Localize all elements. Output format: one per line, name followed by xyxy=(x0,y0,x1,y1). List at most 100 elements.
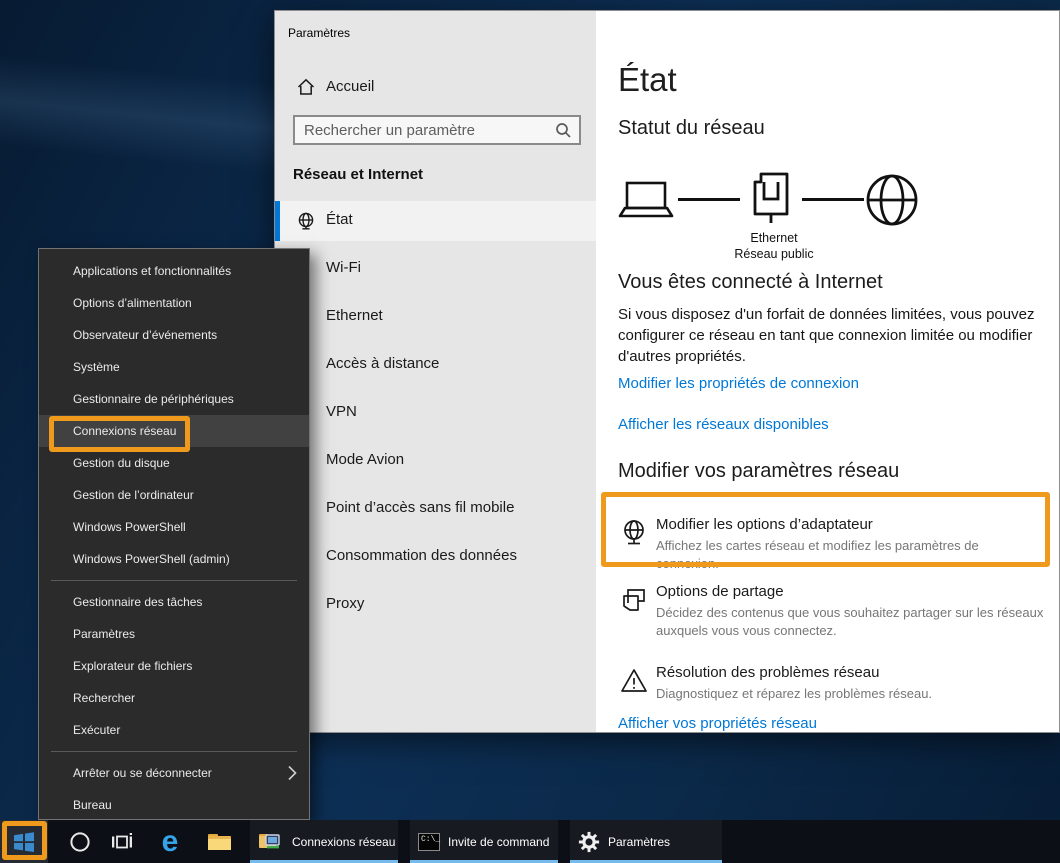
setting-row-description: Diagnostiquez et réparez les problèmes r… xyxy=(656,685,1044,703)
menu-item-search[interactable]: Rechercher xyxy=(39,682,309,714)
menu-item-label: Applications et fonctionnalités xyxy=(73,264,231,278)
menu-item-label: Système xyxy=(73,360,120,374)
desktop: Paramètres Accueil Réseau et Internet xyxy=(0,0,1060,863)
menu-item-settings[interactable]: Paramètres xyxy=(39,618,309,650)
sidebar-item-acces-distance[interactable]: Accès à distance xyxy=(275,345,596,385)
diagram-connector-line xyxy=(802,198,864,201)
sidebar-item-label: Accès à distance xyxy=(326,355,439,372)
menu-item-label: Explorateur de fichiers xyxy=(73,659,192,673)
change-network-settings-heading: Modifier vos paramètres réseau xyxy=(618,460,899,483)
task-view-button[interactable] xyxy=(102,820,142,863)
ethernet-plug-icon xyxy=(750,169,792,227)
search-input[interactable] xyxy=(295,117,579,143)
cortana-button[interactable] xyxy=(58,820,102,863)
menu-item-label: Bureau xyxy=(73,798,112,812)
setting-row-title: Options de partage xyxy=(656,583,784,600)
sidebar-item-label: Mode Avion xyxy=(326,451,404,468)
menu-item-label: Arrêter ou se déconnecter xyxy=(73,766,212,780)
sidebar-item-etat[interactable]: État xyxy=(275,201,596,241)
home-icon xyxy=(297,78,315,96)
network-connections-icon xyxy=(258,831,284,853)
edge-icon: e xyxy=(162,827,179,857)
menu-item-file-explorer[interactable]: Explorateur de fichiers xyxy=(39,650,309,682)
sidebar-item-label: Wi-Fi xyxy=(326,259,361,276)
settings-window: Paramètres Accueil Réseau et Internet xyxy=(274,10,1060,733)
menu-item-device-manager[interactable]: Gestionnaire de périphériques xyxy=(39,383,309,415)
sidebar-item-label: Point d’accès sans fil mobile xyxy=(326,499,514,516)
diagram-connector-line xyxy=(678,198,740,201)
menu-item-label: Observateur d’événements xyxy=(73,328,217,342)
chevron-right-icon xyxy=(288,765,297,781)
cortana-circle-icon xyxy=(69,831,91,853)
sidebar-item-label: Ethernet xyxy=(326,307,383,324)
menu-item-label: Gestion du disque xyxy=(73,456,170,470)
sidebar-item-label: État xyxy=(326,211,353,228)
sidebar-section-heading: Réseau et Internet xyxy=(293,166,423,183)
sidebar-item-home[interactable]: Accueil xyxy=(275,71,596,105)
sidebar-item-label: Consommation des données xyxy=(326,547,517,564)
edge-browser-button[interactable]: e xyxy=(146,820,194,863)
menu-separator xyxy=(51,580,297,581)
sidebar-item-ethernet[interactable]: Ethernet xyxy=(275,297,596,337)
link-view-network-properties[interactable]: Afficher vos propriétés réseau xyxy=(618,715,817,732)
menu-item-disk-management[interactable]: Gestion du disque xyxy=(39,447,309,479)
menu-item-powershell-admin[interactable]: Windows PowerShell (admin) xyxy=(39,543,309,575)
setting-row-description: Décidez des contenus que vous souhaitez … xyxy=(656,604,1044,640)
sidebar-item-label: Proxy xyxy=(326,595,364,612)
setting-row-title: Modifier les options d’adaptateur xyxy=(656,516,873,533)
menu-item-powershell[interactable]: Windows PowerShell xyxy=(39,511,309,543)
sidebar-item-label: Accueil xyxy=(326,78,374,95)
setting-row-title: Résolution des problèmes réseau xyxy=(656,664,879,681)
selected-accent-bar xyxy=(275,201,280,241)
link-change-connection-properties[interactable]: Modifier les propriétés de connexion xyxy=(618,375,859,392)
menu-item-desktop[interactable]: Bureau xyxy=(39,789,309,821)
menu-item-power-options[interactable]: Options d’alimentation xyxy=(39,287,309,319)
network-status-heading: Statut du réseau xyxy=(618,117,765,140)
menu-item-label: Gestionnaire des tâches xyxy=(73,595,202,609)
link-show-available-networks[interactable]: Afficher les réseaux disponibles xyxy=(618,416,829,433)
menu-item-label: Paramètres xyxy=(73,627,135,641)
taskbar-app-settings[interactable]: Paramètres xyxy=(570,820,722,863)
settings-search[interactable] xyxy=(293,115,581,145)
taskbar-app-label: Paramètres xyxy=(608,835,670,849)
warning-icon xyxy=(620,667,648,695)
menu-item-computer-management[interactable]: Gestion de l’ordinateur xyxy=(39,479,309,511)
task-view-icon xyxy=(111,832,133,852)
menu-item-system[interactable]: Système xyxy=(39,351,309,383)
folder-icon xyxy=(207,832,232,852)
sidebar-item-vpn[interactable]: VPN xyxy=(275,393,596,433)
menu-item-run[interactable]: Exécuter xyxy=(39,714,309,746)
menu-item-shutdown[interactable]: Arrêter ou se déconnecter xyxy=(39,757,309,789)
sidebar-item-mode-avion[interactable]: Mode Avion xyxy=(275,441,596,481)
menu-item-event-viewer[interactable]: Observateur d’événements xyxy=(39,319,309,351)
taskbar: e Connexions réseau xyxy=(0,820,1060,863)
sidebar-item-wifi[interactable]: Wi-Fi xyxy=(275,249,596,289)
search-icon[interactable] xyxy=(555,122,572,139)
windows-logo-icon xyxy=(13,831,35,853)
start-button[interactable] xyxy=(0,820,48,863)
sidebar-item-hotspot[interactable]: Point d’accès sans fil mobile xyxy=(275,489,596,529)
taskbar-app-network-connections[interactable]: Connexions réseau xyxy=(250,820,398,863)
menu-item-label: Connexions réseau xyxy=(73,424,176,438)
taskbar-app-label: Invite de command xyxy=(448,835,549,849)
sidebar-nav: État Wi-Fi Ethernet Accès à distance VPN… xyxy=(275,201,596,633)
network-type: Réseau public xyxy=(714,247,834,261)
menu-item-label: Gestionnaire de périphériques xyxy=(73,392,234,406)
menu-item-task-manager[interactable]: Gestionnaire des tâches xyxy=(39,586,309,618)
menu-item-label: Rechercher xyxy=(73,691,135,705)
sidebar-item-proxy[interactable]: Proxy xyxy=(275,585,596,625)
connected-description: Si vous disposez d'un forfait de données… xyxy=(618,304,1050,367)
sidebar-item-data-usage[interactable]: Consommation des données xyxy=(275,537,596,577)
menu-item-label: Windows PowerShell (admin) xyxy=(73,552,230,566)
network-status-diagram: Ethernet Réseau public xyxy=(618,169,1038,264)
file-explorer-button[interactable] xyxy=(196,820,242,863)
taskbar-app-command-prompt[interactable]: C:\_ Invite de command xyxy=(410,820,558,863)
menu-item-apps-features[interactable]: Applications et fonctionnalités xyxy=(39,255,309,287)
connected-heading: Vous êtes connecté à Internet xyxy=(618,271,883,294)
internet-globe-icon xyxy=(865,173,919,227)
sidebar-item-label: VPN xyxy=(326,403,357,420)
laptop-icon xyxy=(618,181,674,219)
taskbar-app-label: Connexions réseau xyxy=(292,835,395,849)
command-prompt-icon: C:\_ xyxy=(418,833,440,851)
menu-item-network-connections[interactable]: Connexions réseau xyxy=(39,415,309,447)
